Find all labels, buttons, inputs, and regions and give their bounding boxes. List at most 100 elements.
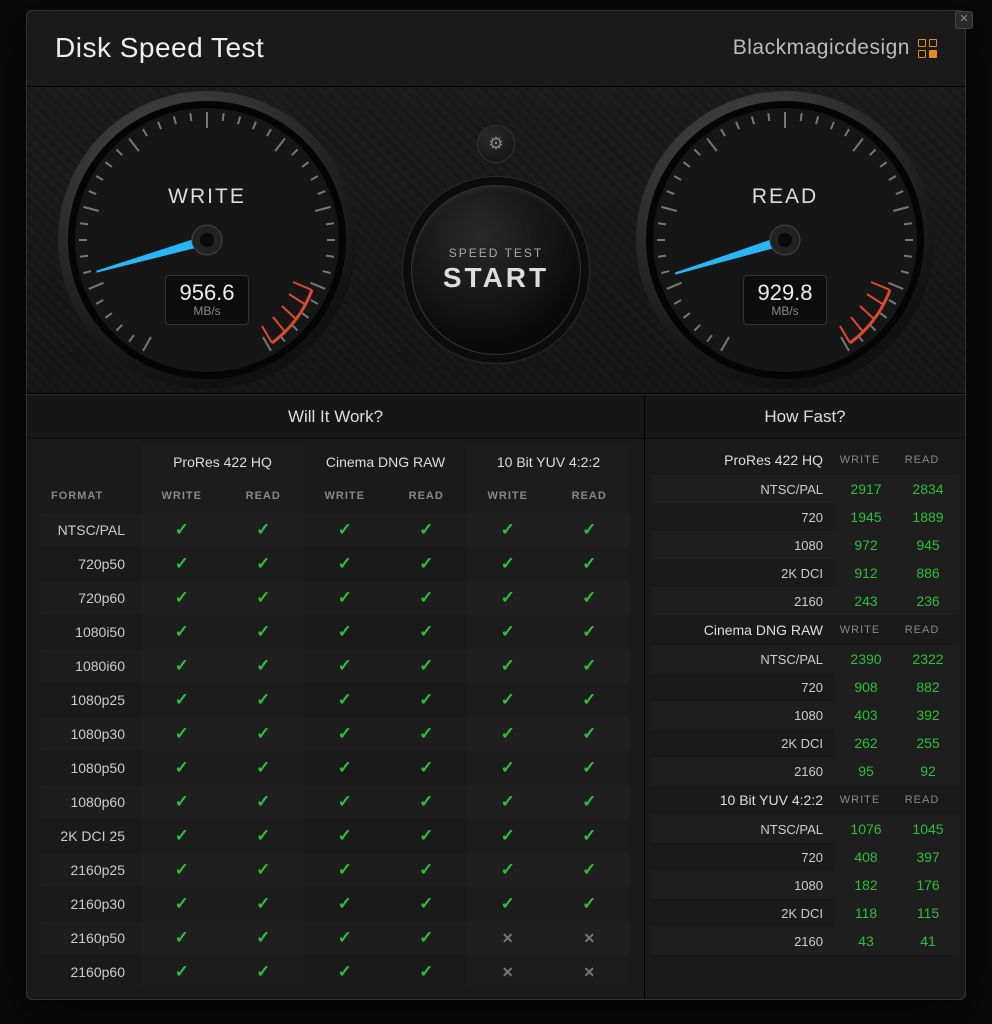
wiw-group-0: ProRes 422 HQ — [141, 445, 304, 479]
app-window: ✕ Disk Speed Test Blackmagicdesign — [26, 10, 966, 1000]
wiw-format: 2160p60 — [41, 955, 141, 989]
close-icon[interactable]: ✕ — [955, 11, 973, 29]
wiw-group-2: 10 Bit YUV 4:2:2 — [467, 445, 630, 479]
check-icon: ✓ — [223, 683, 305, 717]
wiw-row: 1080i50✓✓✓✓✓✓ — [41, 615, 630, 649]
wiw-row: NTSC/PAL✓✓✓✓✓✓ — [41, 513, 630, 547]
how-fast-panel: How Fast? ProRes 422 HQWRITEREADNTSC/PAL… — [645, 395, 965, 999]
hf-format: 1080 — [651, 531, 835, 559]
wiw-g2-read: READ — [549, 479, 631, 513]
wiw-row: 1080p60✓✓✓✓✓✓ — [41, 785, 630, 819]
check-icon: ✓ — [223, 547, 305, 581]
wiw-format: 1080i50 — [41, 615, 141, 649]
hf-write-value: 408 — [835, 843, 897, 871]
wiw-format: 2160p30 — [41, 887, 141, 921]
wiw-row: 2K DCI 25✓✓✓✓✓✓ — [41, 819, 630, 853]
check-icon: ✓ — [223, 853, 305, 887]
start-button[interactable]: SPEED TEST START — [411, 185, 581, 355]
check-icon: ✓ — [141, 581, 223, 615]
hf-write-value: 2917 — [835, 475, 897, 503]
check-icon: ✓ — [386, 717, 468, 751]
hf-read-value: 92 — [897, 757, 959, 785]
check-icon: ✓ — [141, 887, 223, 921]
check-icon: ✓ — [467, 819, 549, 853]
hf-row: 1080972945 — [651, 531, 959, 559]
check-icon: ✓ — [304, 751, 386, 785]
read-unit: MB/s — [756, 304, 814, 318]
hf-read-value: 886 — [897, 559, 959, 587]
settings-button[interactable]: ⚙ — [477, 125, 515, 163]
wiw-format: 1080p50 — [41, 751, 141, 785]
check-icon: ✓ — [549, 547, 631, 581]
brand-logo-icon — [918, 39, 937, 58]
check-icon: ✓ — [141, 683, 223, 717]
check-icon: ✓ — [386, 513, 468, 547]
wiw-table: ProRes 422 HQ Cinema DNG RAW 10 Bit YUV … — [41, 445, 630, 989]
check-icon: ✓ — [386, 921, 468, 955]
check-icon: ✓ — [386, 785, 468, 819]
hf-write-value: 908 — [835, 673, 897, 701]
check-icon: ✓ — [386, 649, 468, 683]
check-icon: ✓ — [467, 615, 549, 649]
check-icon: ✓ — [549, 513, 631, 547]
wiw-row: 1080p25✓✓✓✓✓✓ — [41, 683, 630, 717]
wiw-format: 2160p25 — [41, 853, 141, 887]
check-icon: ✓ — [304, 683, 386, 717]
wiw-row: 720p50✓✓✓✓✓✓ — [41, 547, 630, 581]
hf-row: NTSC/PAL23902322 — [651, 645, 959, 673]
brand-text: Blackmagicdesign — [733, 36, 910, 60]
wiw-format: 2K DCI 25 — [41, 819, 141, 853]
wiw-row: 2160p25✓✓✓✓✓✓ — [41, 853, 630, 887]
hf-format: 2160 — [651, 757, 835, 785]
wiw-g1-write: WRITE — [304, 479, 386, 513]
check-icon: ✓ — [304, 819, 386, 853]
check-icon: ✓ — [549, 649, 631, 683]
hf-format: 720 — [651, 503, 835, 531]
check-icon: ✓ — [386, 615, 468, 649]
hf-read-header: READ — [897, 615, 959, 645]
check-icon: ✓ — [304, 649, 386, 683]
hf-row: 1080182176 — [651, 871, 959, 899]
hf-row: 720408397 — [651, 843, 959, 871]
wiw-g0-read: READ — [223, 479, 305, 513]
check-icon: ✓ — [467, 887, 549, 921]
hf-write-header: WRITE — [835, 785, 897, 815]
check-icon: ✓ — [141, 819, 223, 853]
hf-write-value: 1945 — [835, 503, 897, 531]
hf-row: 720908882 — [651, 673, 959, 701]
hf-format: 2K DCI — [651, 729, 835, 757]
check-icon: ✓ — [141, 513, 223, 547]
hf-write-value: 1076 — [835, 815, 897, 843]
check-icon: ✓ — [304, 547, 386, 581]
hf-row: 72019451889 — [651, 503, 959, 531]
wiw-format: 1080i60 — [41, 649, 141, 683]
check-icon: ✓ — [223, 649, 305, 683]
app-title: Disk Speed Test — [55, 32, 264, 64]
wiw-row: 2160p30✓✓✓✓✓✓ — [41, 887, 630, 921]
hf-read-value: 236 — [897, 587, 959, 615]
check-icon: ✓ — [467, 717, 549, 751]
hf-write-value: 95 — [835, 757, 897, 785]
hf-group-header: 10 Bit YUV 4:2:2WRITEREAD — [651, 785, 959, 815]
tables-panel: Will It Work? ProRes 422 HQ Cinema DNG R… — [27, 394, 965, 999]
wiw-g1-read: READ — [386, 479, 468, 513]
hf-group-name: 10 Bit YUV 4:2:2 — [651, 785, 835, 815]
cross-icon: ✕ — [467, 955, 549, 989]
write-value-box: 956.6 MB/s — [165, 275, 249, 325]
hf-read-value: 115 — [897, 899, 959, 927]
wiw-title: Will It Work? — [27, 395, 644, 439]
will-it-work-panel: Will It Work? ProRes 422 HQ Cinema DNG R… — [27, 395, 645, 999]
hf-row: NTSC/PAL29172834 — [651, 475, 959, 503]
read-value-box: 929.8 MB/s — [743, 275, 827, 325]
hf-format: 2K DCI — [651, 559, 835, 587]
wiw-group-1: Cinema DNG RAW — [304, 445, 467, 479]
check-icon: ✓ — [304, 717, 386, 751]
hf-write-value: 262 — [835, 729, 897, 757]
read-value: 929.8 — [756, 280, 814, 306]
start-subtitle: SPEED TEST — [449, 246, 543, 260]
hf-write-value: 972 — [835, 531, 897, 559]
check-icon: ✓ — [223, 887, 305, 921]
check-icon: ✓ — [223, 955, 305, 989]
hf-write-header: WRITE — [835, 615, 897, 645]
write-unit: MB/s — [178, 304, 236, 318]
